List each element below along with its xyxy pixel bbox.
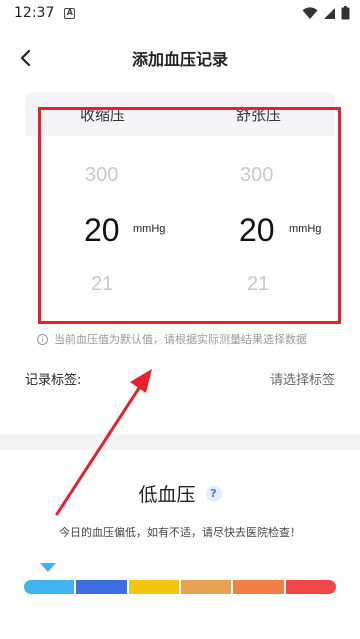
highlight-box [38,107,341,324]
pressure-scale-bar [24,580,336,594]
status-time: 12:37 [14,5,55,21]
default-value-notice: i 当前血压值为默认值，请根据实际测量结果选择数据 [37,331,307,347]
tag-select[interactable]: 请选择标签 [270,369,335,388]
level-pointer-icon [40,563,56,572]
app-header: 添加血压记录 [0,36,360,80]
scale-segment [128,580,179,594]
info-icon: i [37,333,48,345]
tag-label: 记录标签: [25,373,82,388]
scale-segment [180,580,232,594]
signal-icon [324,7,335,19]
scale-segment [24,580,75,594]
notice-text: 当前血压值为默认值，请根据实际测量结果选择数据 [54,333,307,346]
a-icon: A [64,7,76,19]
back-button[interactable] [12,44,40,72]
wifi-icon [302,6,318,19]
result-description: 今日的血压偏低，如有不适，请尽快去医院检查！ [59,526,301,539]
help-icon[interactable]: ? [205,485,222,502]
scale-segment [285,580,336,594]
status-bar: 12:37 A [0,0,360,26]
record-tag-row[interactable]: 记录标签: 请选择标签 [25,369,335,388]
battery-icon [341,6,350,20]
status-icons [302,6,350,20]
scale-segment [233,580,284,594]
section-divider [0,434,360,450]
scale-segment [76,580,127,594]
result-label: 低血压 [138,484,196,506]
result-header: 低血压 ? [0,480,360,507]
page-title: 添加血压记录 [131,50,228,69]
back-arrow-icon [20,49,31,67]
